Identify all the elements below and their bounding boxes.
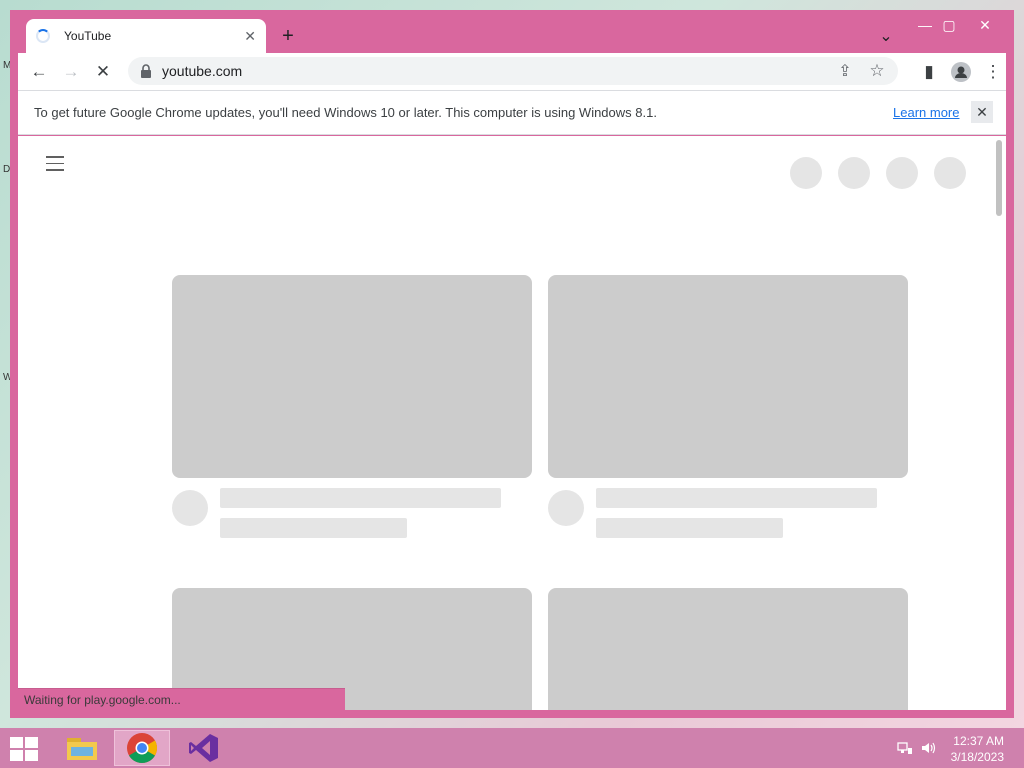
person-icon [951,62,971,82]
chrome-taskbar-button[interactable] [114,730,170,766]
close-window-button[interactable]: ✕ [970,14,1000,36]
chrome-icon [127,733,158,764]
volume-icon[interactable] [921,740,937,756]
side-panel-icon[interactable]: ▮ [916,59,942,85]
toolbar: ← → ✕ youtube.com ⇪ ☆ ▮ ⋮ [18,53,1006,90]
status-bubble: Waiting for play.google.com... [18,688,345,710]
profile-avatar-icon[interactable] [948,59,974,85]
windows-logo-icon [10,737,23,748]
clock-time: 12:37 AM [953,734,1004,748]
tab-title: YouTube [64,29,112,43]
taskbar: 12:37 AM 3/18/2023 [0,728,1024,768]
windows-start-button[interactable] [10,737,38,761]
url-text: youtube.com [162,63,243,79]
bookmark-star-icon[interactable]: ☆ [865,59,889,83]
channel-avatar-placeholder [548,490,584,526]
system-clock[interactable]: 12:37 AM 3/18/2023 [951,733,1004,765]
infobar-close-button[interactable]: ✕ [971,101,993,123]
file-explorer-taskbar-button[interactable] [54,730,110,766]
learn-more-link[interactable]: Learn more [893,105,959,120]
header-placeholder-4 [934,157,966,189]
meta-placeholder [596,518,783,538]
video-thumbnail-placeholder [548,588,908,710]
channel-avatar-placeholder [172,490,208,526]
video-thumbnail-placeholder [548,275,908,478]
tab-youtube[interactable]: YouTube ✕ [26,19,266,53]
share-icon[interactable]: ⇪ [833,59,857,83]
back-button[interactable]: ← [26,59,52,85]
visual-studio-icon [189,734,218,762]
forward-button[interactable]: → [58,59,84,85]
header-placeholder-3 [886,157,918,189]
clock-date: 3/18/2023 [950,750,1004,764]
menu-icon[interactable] [46,156,64,171]
header-placeholder-2 [838,157,870,189]
new-tab-button[interactable]: + [276,24,300,48]
infobar-message: To get future Google Chrome updates, you… [34,105,657,120]
chrome-menu-button[interactable]: ⋮ [980,59,1006,85]
header-placeholder-1 [790,157,822,189]
scrollbar-thumb[interactable] [996,140,1002,216]
visual-studio-taskbar-button[interactable] [176,730,232,766]
lock-icon [141,64,151,78]
update-infobar: To get future Google Chrome updates, you… [18,90,1006,135]
loading-spinner-icon [36,29,50,43]
maximize-button[interactable]: ▢ [934,14,964,36]
meta-placeholder [220,518,407,538]
stop-loading-button[interactable]: ✕ [90,59,116,85]
tab-close-icon[interactable]: ✕ [244,28,256,45]
chrome-window: — ▢ ✕ YouTube ✕ + ⌄ ← → ✕ youtube.com ⇪ … [10,10,1014,718]
network-icon[interactable] [897,740,913,756]
folder-icon [67,738,97,760]
title-placeholder [596,488,877,508]
title-placeholder [220,488,501,508]
address-bar[interactable]: youtube.com ⇪ ☆ [128,57,898,85]
page-content [18,136,1006,710]
tab-search-button[interactable]: ⌄ [874,24,898,48]
video-thumbnail-placeholder [172,275,532,478]
